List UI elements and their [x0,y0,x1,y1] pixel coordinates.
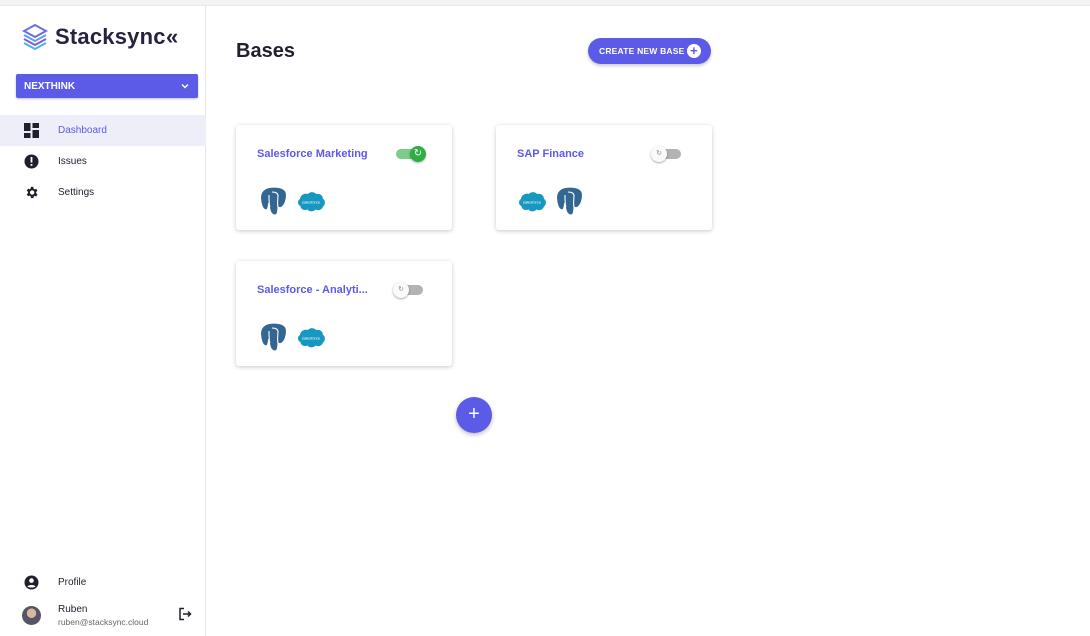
user-info: Ruben ruben@stacksync.cloud [58,604,148,627]
brand: Stacksync [22,23,166,51]
sidebar-item-dashboard[interactable]: Dashboard [0,115,206,146]
dashboard-icon [24,123,39,138]
sync-toggle[interactable]: ↻ [396,146,426,162]
sidebar-item-label: Dashboard [58,125,107,136]
salesforce-icon: salesforce [518,191,546,211]
user-panel: Ruben ruben@stacksync.cloud [0,598,206,632]
base-card-title: Salesforce - Analyti... [257,284,368,296]
postgresql-icon [259,186,288,216]
salesforce-icon: salesforce [297,191,325,211]
base-card-title: SAP Finance [517,148,585,160]
connector-icons: salesforce [517,185,592,218]
sidebar: Stacksync « NEXTHINK Dashboard Issues Se… [0,6,206,636]
sync-on-icon: ↻ [410,146,426,162]
sync-toggle[interactable]: ↻ [651,146,681,162]
avatar[interactable] [22,605,41,625]
svg-text:salesforce: salesforce [523,199,542,204]
postgresql-icon [259,322,288,352]
gear-icon [24,185,39,200]
add-circle-icon: + [687,44,701,58]
sidebar-item-settings[interactable]: Settings [0,177,206,208]
sidebar-item-profile[interactable]: Profile [0,571,206,593]
stacksync-logo-icon [22,23,48,51]
sync-off-icon: ↻ [393,282,409,298]
account-circle-icon [24,575,39,589]
sidebar-nav: Dashboard Issues Settings [0,115,206,208]
profile-label: Profile [58,576,87,588]
user-email: ruben@stacksync.cloud [58,616,149,627]
sidebar-item-label: Settings [58,187,95,198]
chevron-down-icon [181,84,189,89]
base-card-salesforce-analytics[interactable]: Salesforce - Analyti... ↻ salesforce [236,261,452,366]
sync-toggle[interactable]: ↻ [393,282,423,298]
base-card-title: Salesforce Marketing [257,148,368,160]
svg-text:salesforce: salesforce [302,335,321,340]
create-new-base-label: CREATE NEW BASE [599,46,685,56]
postgresql-icon [555,186,584,216]
connector-icons: salesforce [257,321,332,354]
user-name: Ruben [58,603,88,615]
collapse-sidebar-button[interactable]: « [166,23,178,51]
page-title: Bases [236,40,295,62]
organization-select[interactable]: NEXTHINK [16,74,198,98]
organization-select-value: NEXTHINK [24,80,76,92]
base-card-salesforce-marketing[interactable]: Salesforce Marketing ↻ salesforce [236,125,452,230]
sidebar-item-label: Issues [58,156,87,167]
logout-icon[interactable] [178,607,192,621]
create-new-base-button[interactable]: CREATE NEW BASE + [588,38,711,64]
add-base-fab[interactable]: + [456,397,492,433]
base-card-sap-finance[interactable]: SAP Finance ↻ salesforce [496,125,712,230]
connector-icons: salesforce [257,185,332,218]
sync-off-icon: ↻ [651,146,667,162]
alert-icon [24,154,39,169]
app-name: Stacksync [55,24,166,49]
svg-text:salesforce: salesforce [302,199,321,204]
salesforce-icon: salesforce [297,327,325,347]
sidebar-item-issues[interactable]: Issues [0,146,206,177]
